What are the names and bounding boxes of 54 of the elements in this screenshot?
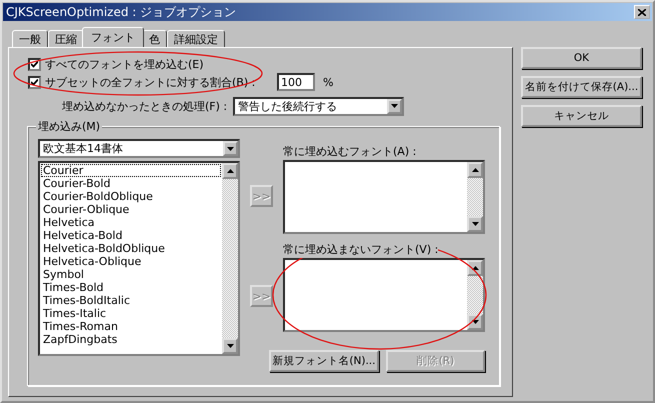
dialog-button[interactable]: 新規フォント名(N)... [269,350,379,372]
dialog-button[interactable]: キャンセル [521,105,642,127]
list-label: 常に埋め込まないフォント(V) : [283,240,438,258]
close-button[interactable] [634,5,650,19]
font-item[interactable]: Times-Italic [41,307,221,320]
font-item[interactable]: Helvetica-Bold [41,229,221,242]
dropdown-arrow-icon [227,146,234,150]
check-icon [31,60,38,68]
close-icon [638,8,646,16]
tab[interactable]: 圧縮 [48,30,84,47]
font-item[interactable]: Helvetica-Oblique [41,255,221,268]
font-item[interactable]: Courier-Bold [41,177,221,190]
down-arrow-icon [226,344,234,348]
percent-field[interactable]: 100 [277,73,315,91]
tab[interactable]: 一般 [12,30,48,47]
tab[interactable]: 詳細設定 [167,30,225,47]
font-item[interactable]: Symbol [41,268,221,281]
scroll-down-button[interactable] [222,338,238,354]
font-item[interactable]: Helvetica-BoldOblique [41,242,221,255]
dropdown-arrow-icon [391,104,398,108]
dialog-button[interactable]: 名前を付けて保存(A)... [521,76,642,98]
checkbox-label[interactable]: すべてのフォントを埋め込む(E) [45,56,204,72]
font-item[interactable]: Times-Bold [41,281,221,294]
font-item[interactable]: ZapfDingbats [41,333,221,346]
scroll-up-button[interactable] [222,163,238,179]
font-item[interactable]: Times-Roman [41,320,221,333]
down-arrow-icon [472,320,478,324]
dialog-button[interactable]: OK [521,47,642,69]
font-item[interactable]: Courier-BoldOblique [41,190,221,203]
down-arrow-icon [472,222,478,226]
failure-dropdown[interactable]: 警告した後続行する [233,96,404,116]
group-title: 埋め込み(M) [36,119,102,134]
font-item[interactable]: Courier-Oblique [41,203,221,216]
always-embed-list[interactable] [283,160,485,234]
font-item[interactable]: Helvetica [41,216,221,229]
checkbox[interactable] [28,58,41,70]
field-label: 埋め込めなかったときの処理(F) : [61,98,228,114]
up-arrow-icon [226,169,234,173]
up-arrow-icon [472,168,478,172]
tab[interactable]: フォント [82,27,144,47]
scroll-down-button[interactable] [467,314,483,330]
never-embed-list[interactable] [283,258,485,332]
window-title: CJKScreenOptimized : ジョブオプション [6,4,236,20]
scroll-up-button[interactable] [467,260,483,276]
checkbox[interactable] [28,76,41,88]
check-icon [31,78,38,86]
scroll-up-button[interactable] [467,162,483,178]
font-item[interactable]: Times-BoldItalic [41,294,221,307]
percent-unit: % [323,76,334,88]
font-item[interactable]: Courier [41,164,221,177]
tab[interactable]: 色 [142,30,167,47]
up-arrow-icon [472,266,478,270]
font-set-dropdown[interactable]: 欧文基本14書体 [38,139,240,158]
scroll-down-button[interactable] [467,216,483,232]
